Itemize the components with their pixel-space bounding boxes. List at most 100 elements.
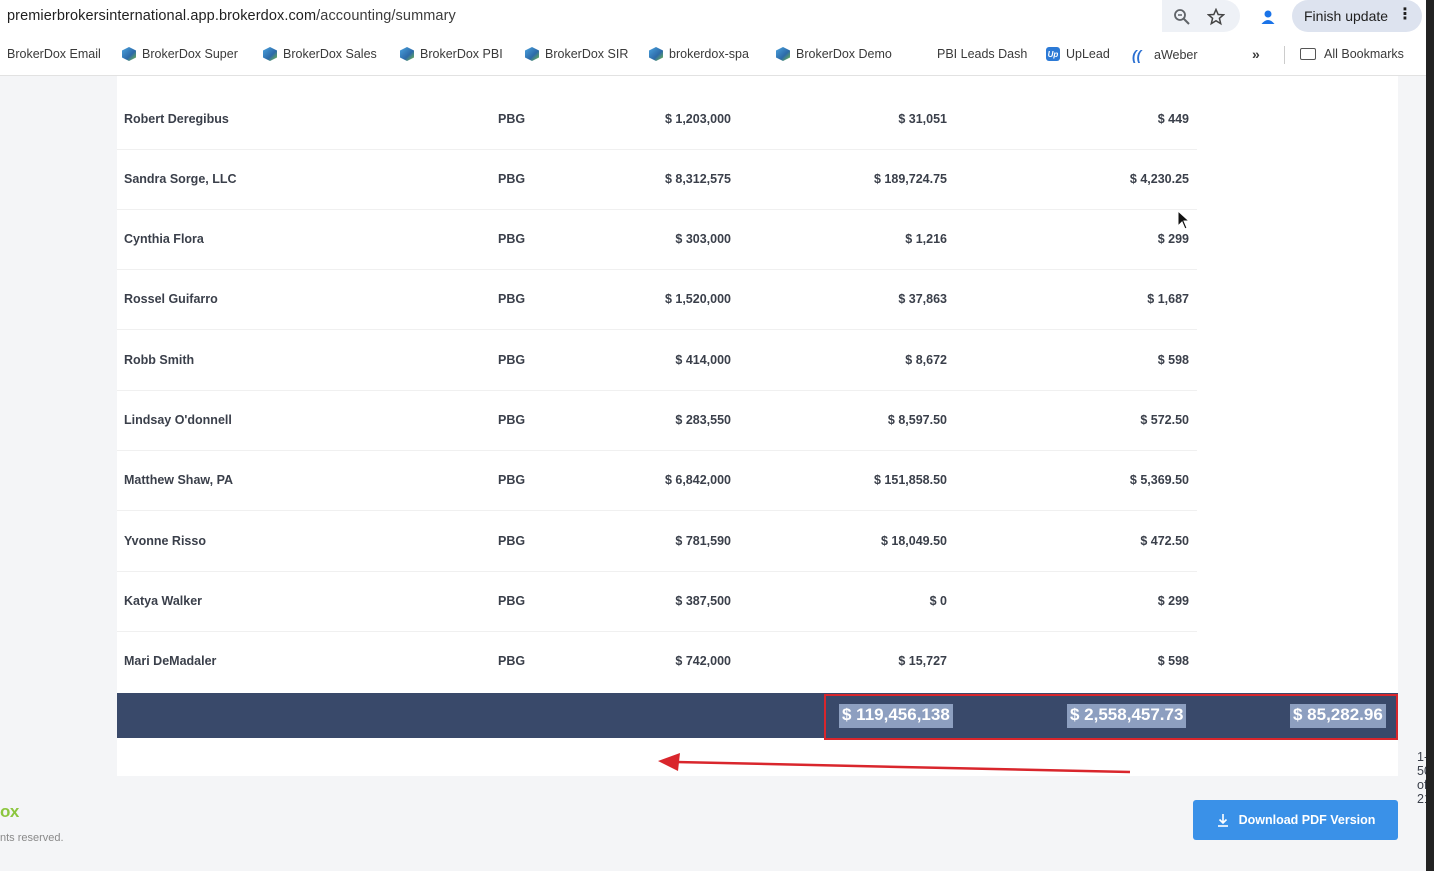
table-row[interactable]: Lindsay O'donnell PBG $ 283,550 $ 8,597.…	[117, 391, 1197, 451]
table-row[interactable]: Mari DeMadaler PBG $ 742,000 $ 15,727 $ …	[117, 632, 1197, 692]
volume-value: $ 8,312,575	[664, 172, 731, 186]
bookmarks-divider	[1284, 46, 1285, 64]
fee-value: $ 472.50	[1140, 534, 1189, 548]
brokerdox-icon	[400, 47, 414, 61]
all-bookmarks-label: All Bookmarks	[1324, 47, 1404, 61]
left-sidebar: ox nts reserved.	[0, 76, 88, 871]
folder-icon	[1300, 48, 1316, 60]
star-icon[interactable]	[1205, 6, 1227, 28]
bookmark-label: BrokerDox Demo	[796, 47, 892, 61]
bookmark-label: BrokerDox Sales	[283, 47, 377, 61]
bookmark-label: PBI Leads Dash	[937, 47, 1028, 61]
kebab-menu-icon[interactable]: ⋮	[1397, 7, 1413, 23]
commission-value: $ 18,049.50	[880, 534, 947, 548]
fee-value: $ 598	[1157, 654, 1189, 668]
agent-name: Yvonne Risso	[124, 534, 206, 548]
table-row[interactable]: Robb Smith PBG $ 414,000 $ 8,672 $ 598	[117, 331, 1197, 391]
office-code: PBG	[498, 534, 526, 548]
zoom-icon[interactable]	[1171, 6, 1193, 28]
bookmark-uplead[interactable]: Up UpLead	[1046, 47, 1110, 61]
finish-update-label: Finish update	[1304, 8, 1389, 24]
brokerdox-icon	[263, 47, 277, 61]
bookmark-brokerdox-sales[interactable]: BrokerDox Sales	[263, 47, 377, 61]
bookmark-brokerdox-email[interactable]: BrokerDox Email	[7, 47, 101, 61]
agent-name: Lindsay O'donnell	[124, 413, 232, 427]
commission-value: $ 15,727	[898, 654, 947, 668]
bookmark-brokerdox-spa[interactable]: brokerdox-spa	[649, 47, 749, 61]
page-content: ox nts reserved. Robert Deregibus PBG $ …	[0, 76, 1434, 871]
bookmark-label: brokerdox-spa	[669, 47, 749, 61]
commission-value: $ 31,051	[898, 112, 947, 126]
table-row[interactable]: Sandra Sorge, LLC PBG $ 8,312,575 $ 189,…	[117, 150, 1197, 210]
brand-logo-fragment: ox	[0, 802, 19, 821]
finish-update-button[interactable]: Finish update ⋮	[1292, 0, 1422, 32]
commission-value: $ 0	[929, 594, 947, 608]
table-row[interactable]: Cynthia Flora PBG $ 303,000 $ 1,216 $ 29…	[117, 210, 1197, 270]
url-host: premierbrokersinternational.app.brokerdo…	[7, 8, 317, 24]
uplead-icon: Up	[1046, 47, 1060, 61]
browser-top-bar: premierbrokersinternational.app.brokerdo…	[0, 0, 1434, 34]
bookmark-label: BrokerDox Super	[142, 47, 238, 61]
office-code: PBG	[498, 232, 526, 246]
office-code: PBG	[498, 413, 526, 427]
agent-name: Katya Walker	[124, 594, 203, 608]
bookmark-brokerdox-pbi[interactable]: BrokerDox PBI	[400, 47, 503, 61]
fee-value: $ 299	[1157, 594, 1189, 608]
office-code: PBG	[498, 473, 526, 487]
table-row[interactable]: Robert Deregibus PBG $ 1,203,000 $ 31,05…	[117, 90, 1197, 150]
bookmark-pbi-leads-dash[interactable]: PBI Leads Dash	[937, 47, 1027, 61]
agent-name: Robb Smith	[124, 353, 195, 367]
brokerdox-icon	[776, 47, 790, 61]
office-code: PBG	[498, 353, 526, 367]
commission-value: $ 37,863	[898, 292, 947, 306]
table-row[interactable]: Matthew Shaw, PA PBG $ 6,842,000 $ 151,8…	[117, 451, 1197, 511]
office-code: PBG	[498, 594, 526, 608]
volume-value: $ 283,550	[675, 413, 731, 427]
commission-value: $ 1,216	[905, 232, 947, 246]
fee-value: $ 572.50	[1140, 413, 1189, 427]
volume-value: $ 742,000	[675, 654, 731, 668]
summary-table-card: Robert Deregibus PBG $ 1,203,000 $ 31,05…	[117, 76, 1434, 806]
bookmark-label: UpLead	[1066, 47, 1110, 61]
fee-value: $ 5,369.50	[1129, 473, 1189, 487]
profile-avatar-icon[interactable]	[1256, 5, 1280, 29]
fee-value: $ 4,230.25	[1129, 172, 1189, 186]
table-row[interactable]: Rossel Guifarro PBG $ 1,520,000 $ 37,863…	[117, 270, 1197, 330]
download-pdf-label: Download PDF Version	[1238, 813, 1376, 827]
agent-name: Sandra Sorge, LLC	[124, 172, 237, 186]
more-bookmarks-chevron-icon[interactable]: »	[1252, 46, 1260, 62]
agent-name: Rossel Guifarro	[124, 292, 218, 306]
volume-value: $ 6,842,000	[664, 473, 731, 487]
volume-value: $ 1,520,000	[664, 292, 731, 306]
bookmark-label: BrokerDox PBI	[420, 47, 503, 61]
volume-value: $ 781,590	[675, 534, 731, 548]
bookmark-brokerdox-super[interactable]: BrokerDox Super	[122, 47, 238, 61]
agent-name: Mari DeMadaler	[124, 654, 217, 668]
commission-value: $ 151,858.50	[874, 473, 947, 487]
volume-value: $ 303,000	[675, 232, 731, 246]
brokerdox-icon	[122, 47, 136, 61]
fee-value: $ 449	[1157, 112, 1189, 126]
office-code: PBG	[498, 654, 526, 668]
volume-value: $ 1,203,000	[664, 112, 731, 126]
brokerdox-icon	[649, 47, 663, 61]
bookmark-brokerdox-demo[interactable]: BrokerDox Demo	[776, 47, 892, 61]
bookmark-aweber[interactable]: ((aWeber	[1132, 47, 1198, 63]
commission-value: $ 8,597.50	[887, 413, 947, 427]
agent-name: Cynthia Flora	[124, 232, 204, 246]
download-pdf-button[interactable]: Download PDF Version	[1193, 800, 1398, 840]
table-row[interactable]: Yvonne Risso PBG $ 781,590 $ 18,049.50 $…	[117, 512, 1197, 572]
annotation-arrow	[658, 753, 1131, 774]
all-bookmarks-button[interactable]: All Bookmarks	[1300, 47, 1404, 61]
bookmark-brokerdox-sir[interactable]: BrokerDox SIR	[525, 47, 628, 61]
aweber-icon: ((	[1132, 47, 1142, 63]
volume-value: $ 387,500	[675, 594, 731, 608]
office-code: PBG	[498, 172, 526, 186]
bookmarks-bar: BrokerDox Email BrokerDox Super BrokerDo…	[0, 34, 1434, 76]
brokerdox-icon	[525, 47, 539, 61]
table-row[interactable]: Katya Walker PBG $ 387,500 $ 0 $ 299	[117, 572, 1197, 632]
address-bar[interactable]: premierbrokersinternational.app.brokerdo…	[7, 8, 456, 24]
volume-value: $ 414,000	[675, 353, 731, 367]
mouse-cursor-icon	[1177, 210, 1191, 230]
download-icon	[1217, 814, 1228, 827]
